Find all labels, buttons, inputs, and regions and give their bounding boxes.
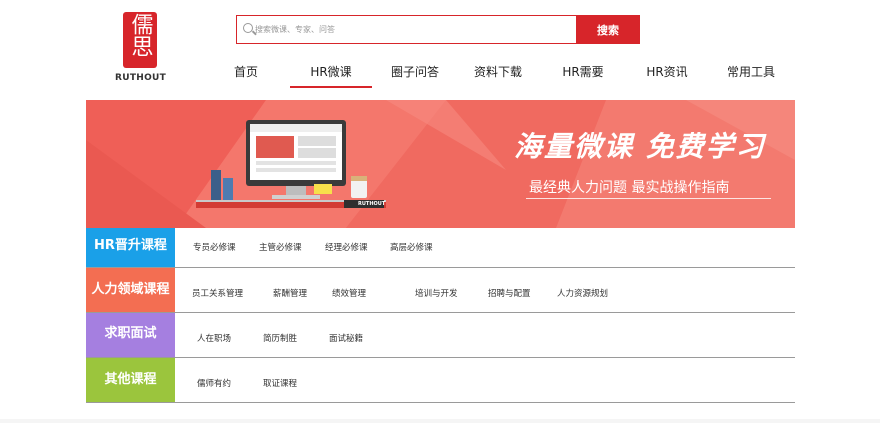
search-input[interactable] [255, 16, 573, 43]
nav-item-downloads[interactable]: 资料下载 [466, 60, 530, 88]
category-row-hr-promotion: HR晋升课程 专员必修课 主管必修课 经理必修课 高层必修课 [86, 228, 795, 268]
logo-seal-icon: 儒思 [123, 12, 157, 68]
nav-item-hr-news[interactable]: HR资讯 [636, 60, 698, 88]
page-footer-strip [0, 419, 880, 423]
category-row-job-interview: 求职面试 人在职场 简历制胜 面试秘籍 [86, 313, 795, 358]
banner-screen-brand: RUTHOUT [358, 201, 386, 207]
category-label[interactable]: 其他课程 [86, 358, 175, 402]
category-row-hr-domains: 人力领域课程 员工关系管理 薪酬管理 绩效管理 培训与开发 招聘与配置 人力资源… [86, 268, 795, 313]
nav-item-hr-needs[interactable]: HR需要 [552, 60, 614, 88]
banner-divider [526, 198, 771, 199]
search-icon [243, 23, 253, 33]
nav-item-home[interactable]: 首页 [224, 60, 268, 88]
category-link[interactable]: 培训与开发 [415, 287, 458, 299]
category-link[interactable]: 取证课程 [263, 377, 297, 389]
category-label[interactable]: HR晋升课程 [86, 228, 175, 267]
category-link[interactable]: 专员必修课 [193, 241, 236, 253]
logo[interactable]: 儒思 RUTHOUT [115, 12, 167, 84]
category-link[interactable]: 绩效管理 [332, 287, 366, 299]
nav-item-tools[interactable]: 常用工具 [720, 60, 782, 88]
category-label[interactable]: 求职面试 [86, 313, 175, 357]
category-link[interactable]: 儒师有约 [197, 377, 231, 389]
banner-title: 海量微课 免费学习 [514, 130, 766, 163]
banner-subtitle: 最经典人力问题 最实战操作指南 [529, 180, 730, 196]
category-link[interactable]: 高层必修课 [390, 241, 433, 253]
nav-item-circle-qa[interactable]: 圈子问答 [384, 60, 446, 88]
category-label[interactable]: 人力领域课程 [86, 268, 175, 312]
search-button[interactable]: 搜索 [576, 15, 640, 44]
category-row-other: 其他课程 儒师有约 取证课程 [86, 358, 795, 403]
category-link[interactable]: 薪酬管理 [273, 287, 307, 299]
category-link[interactable]: 人在职场 [197, 332, 231, 344]
logo-text: RUTHOUT [115, 73, 167, 83]
main-nav: 首页 HR微课 圈子问答 资料下载 HR需要 HR资讯 常用工具 [206, 60, 810, 88]
category-link[interactable]: 简历制胜 [263, 332, 297, 344]
nav-item-hr-microcourse[interactable]: HR微课 [290, 60, 372, 88]
category-link[interactable]: 招聘与配置 [488, 287, 531, 299]
category-link[interactable]: 主管必修课 [259, 241, 302, 253]
logo-glyphs: 儒思 [127, 13, 153, 57]
promo-banner[interactable]: RUTHOUT 海量微课 免费学习 最经典人力问题 最实战操作指南 [86, 100, 795, 228]
category-link[interactable]: 面试秘籍 [329, 332, 363, 344]
search-box: 搜索 [236, 15, 640, 44]
category-link[interactable]: 人力资源规划 [557, 287, 608, 299]
category-link[interactable]: 经理必修课 [325, 241, 368, 253]
category-link[interactable]: 员工关系管理 [192, 287, 243, 299]
